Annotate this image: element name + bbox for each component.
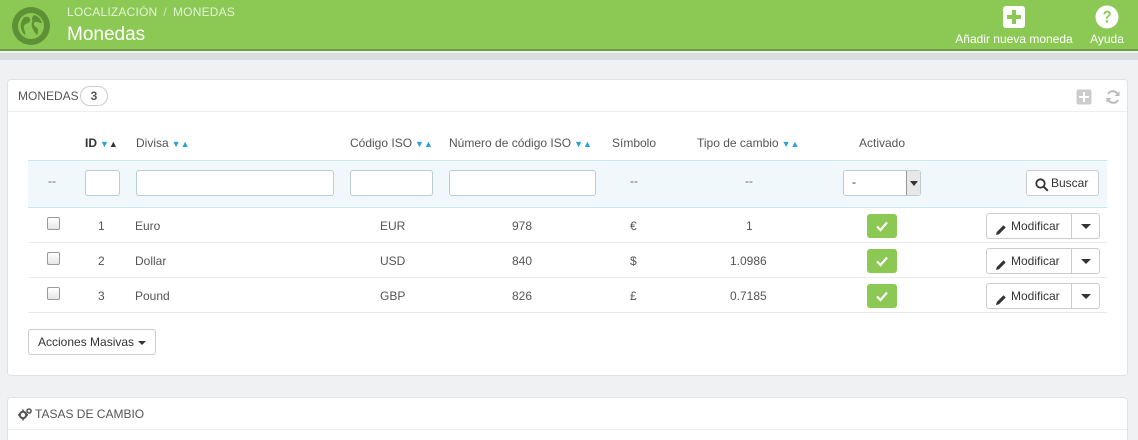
cell-simbolo: £	[630, 289, 637, 303]
edit-button-label: Modificar	[1011, 219, 1060, 233]
edit-button-label: Modificar	[1011, 289, 1060, 303]
cell-tipo-cambio: 0.7185	[730, 289, 767, 303]
cell-tipo-cambio: 1.0986	[730, 254, 767, 268]
help-label: Ayuda	[1090, 32, 1124, 46]
edit-button[interactable]: Modificar	[986, 248, 1072, 274]
panel-title: MONEDAS	[18, 89, 79, 103]
chevron-down-icon	[906, 171, 920, 195]
caret-down-icon	[138, 340, 147, 345]
table-row: 2 Dollar USD 840 $ 1.0986 Modificar	[28, 243, 1107, 278]
cell-divisa: Euro	[135, 219, 161, 233]
help-circle-icon	[1095, 5, 1119, 29]
filter-iso-input[interactable]	[350, 170, 433, 196]
pencil-icon	[995, 220, 1007, 244]
row-checkbox[interactable]	[47, 217, 60, 230]
add-currency-button[interactable]: Añadir nueva moneda	[952, 5, 1076, 46]
sort-arrows-icon[interactable]: ▼▲	[100, 139, 118, 149]
sort-arrows-icon[interactable]: ▼▲	[172, 139, 190, 149]
cell-iso: GBP	[380, 289, 406, 303]
cogs-icon	[18, 407, 33, 424]
cell-simbolo: $	[630, 254, 637, 268]
cell-id: 2	[98, 254, 105, 268]
cell-iso: EUR	[380, 219, 406, 233]
filter-tipo-placeholder: --	[745, 174, 753, 188]
filter-activado-value: -	[852, 175, 856, 189]
exchange-rates-title: TASAS DE CAMBIO	[35, 407, 145, 421]
column-header-codigo-iso[interactable]: Código ISO ▼▲	[350, 136, 433, 150]
cell-divisa: Dollar	[135, 254, 167, 268]
filter-numero-iso-input[interactable]	[449, 170, 596, 196]
cell-numero-iso: 826	[512, 289, 533, 303]
table-header-row: ID ▼▲ Divisa ▼▲ Código ISO ▼▲ Número de cód…	[28, 124, 1107, 160]
row-actions-dropdown-button[interactable]	[1071, 283, 1100, 309]
page-title: Monedas	[67, 24, 146, 45]
edit-button[interactable]: Modificar	[986, 283, 1072, 309]
row-actions: Modificar	[986, 248, 1100, 274]
enabled-toggle[interactable]	[867, 214, 897, 238]
page-header: LOCALIZACIÓN / MONEDAS Monedas Añadir nuev…	[0, 0, 1138, 51]
edit-button-label: Modificar	[1011, 254, 1060, 268]
filter-checkbox-placeholder: --	[48, 174, 56, 188]
cell-numero-iso: 978	[512, 219, 533, 233]
currencies-panel: MONEDAS 3 ID ▼▲ Divisa ▼▲ Código ISO ▼▲ Núm…	[7, 79, 1128, 376]
cell-iso: USD	[380, 254, 406, 268]
search-icon	[1035, 176, 1049, 200]
column-header-numero-iso[interactable]: Número de código ISO ▼▲	[449, 136, 592, 150]
bulk-actions-button[interactable]: Acciones Masivas	[28, 329, 156, 355]
panel-divider	[8, 429, 1127, 430]
filter-row: -- -- -- - Buscar	[28, 160, 1107, 208]
column-header-simbolo: Símbolo	[612, 136, 657, 150]
plus-square-icon	[1002, 5, 1026, 29]
row-actions-dropdown-button[interactable]	[1071, 248, 1100, 274]
add-new-icon[interactable]	[1076, 89, 1092, 105]
breadcrumb-item-monedas[interactable]: MONEDAS	[173, 5, 235, 19]
breadcrumb-item-localizacion[interactable]: LOCALIZACIÓN	[67, 5, 157, 19]
filter-simbolo-placeholder: --	[630, 174, 638, 188]
sort-arrows-icon[interactable]: ▼▲	[415, 139, 433, 149]
table-row: 3 Pound GBP 826 £ 0.7185 Modificar	[28, 278, 1107, 313]
table-row: 1 Euro EUR 978 € 1 Modificar	[28, 208, 1107, 243]
filter-id-input[interactable]	[85, 170, 120, 196]
cell-id: 3	[98, 289, 105, 303]
cell-simbolo: €	[630, 219, 637, 233]
row-actions: Modificar	[986, 283, 1100, 309]
cell-divisa: Pound	[135, 289, 170, 303]
panel-heading: MONEDAS 3	[8, 80, 1127, 112]
cell-numero-iso: 840	[512, 254, 533, 268]
search-button[interactable]: Buscar	[1026, 170, 1099, 196]
sort-arrows-icon[interactable]: ▼▲	[782, 139, 800, 149]
row-checkbox[interactable]	[47, 252, 60, 265]
search-button-label: Buscar	[1051, 176, 1089, 190]
filter-divisa-input[interactable]	[136, 170, 334, 196]
edit-button[interactable]: Modificar	[986, 213, 1072, 239]
sort-arrows-icon[interactable]: ▼▲	[574, 139, 592, 149]
add-currency-label: Añadir nueva moneda	[955, 32, 1073, 46]
check-icon	[876, 291, 888, 302]
row-actions-dropdown-button[interactable]	[1071, 213, 1100, 239]
column-header-id[interactable]: ID ▼▲	[85, 136, 118, 150]
enabled-toggle[interactable]	[867, 249, 897, 273]
header-shadow-strip	[0, 53, 1138, 60]
column-header-activado: Activado	[859, 136, 906, 150]
pencil-icon	[995, 255, 1007, 279]
column-header-divisa[interactable]: Divisa ▼▲	[136, 136, 190, 150]
globe-icon	[12, 7, 50, 45]
bulk-actions-label: Acciones Masivas	[38, 335, 135, 349]
cell-tipo-cambio: 1	[746, 219, 753, 233]
exchange-rates-panel: TASAS DE CAMBIO	[7, 397, 1128, 440]
row-actions: Modificar	[986, 213, 1100, 239]
filter-activado-select[interactable]: -	[843, 170, 921, 196]
count-badge: 3	[80, 86, 108, 106]
enabled-toggle[interactable]	[867, 284, 897, 308]
breadcrumb-separator: /	[163, 5, 167, 19]
column-header-tipo-cambio[interactable]: Tipo de cambio ▼▲	[697, 136, 799, 150]
pencil-icon	[995, 290, 1007, 314]
refresh-icon[interactable]	[1105, 89, 1121, 105]
breadcrumb: LOCALIZACIÓN / MONEDAS	[67, 5, 235, 19]
help-button[interactable]: Ayuda	[1088, 5, 1126, 46]
row-checkbox[interactable]	[47, 287, 60, 300]
check-icon	[876, 256, 888, 267]
check-icon	[876, 221, 888, 232]
cell-id: 1	[98, 219, 105, 233]
